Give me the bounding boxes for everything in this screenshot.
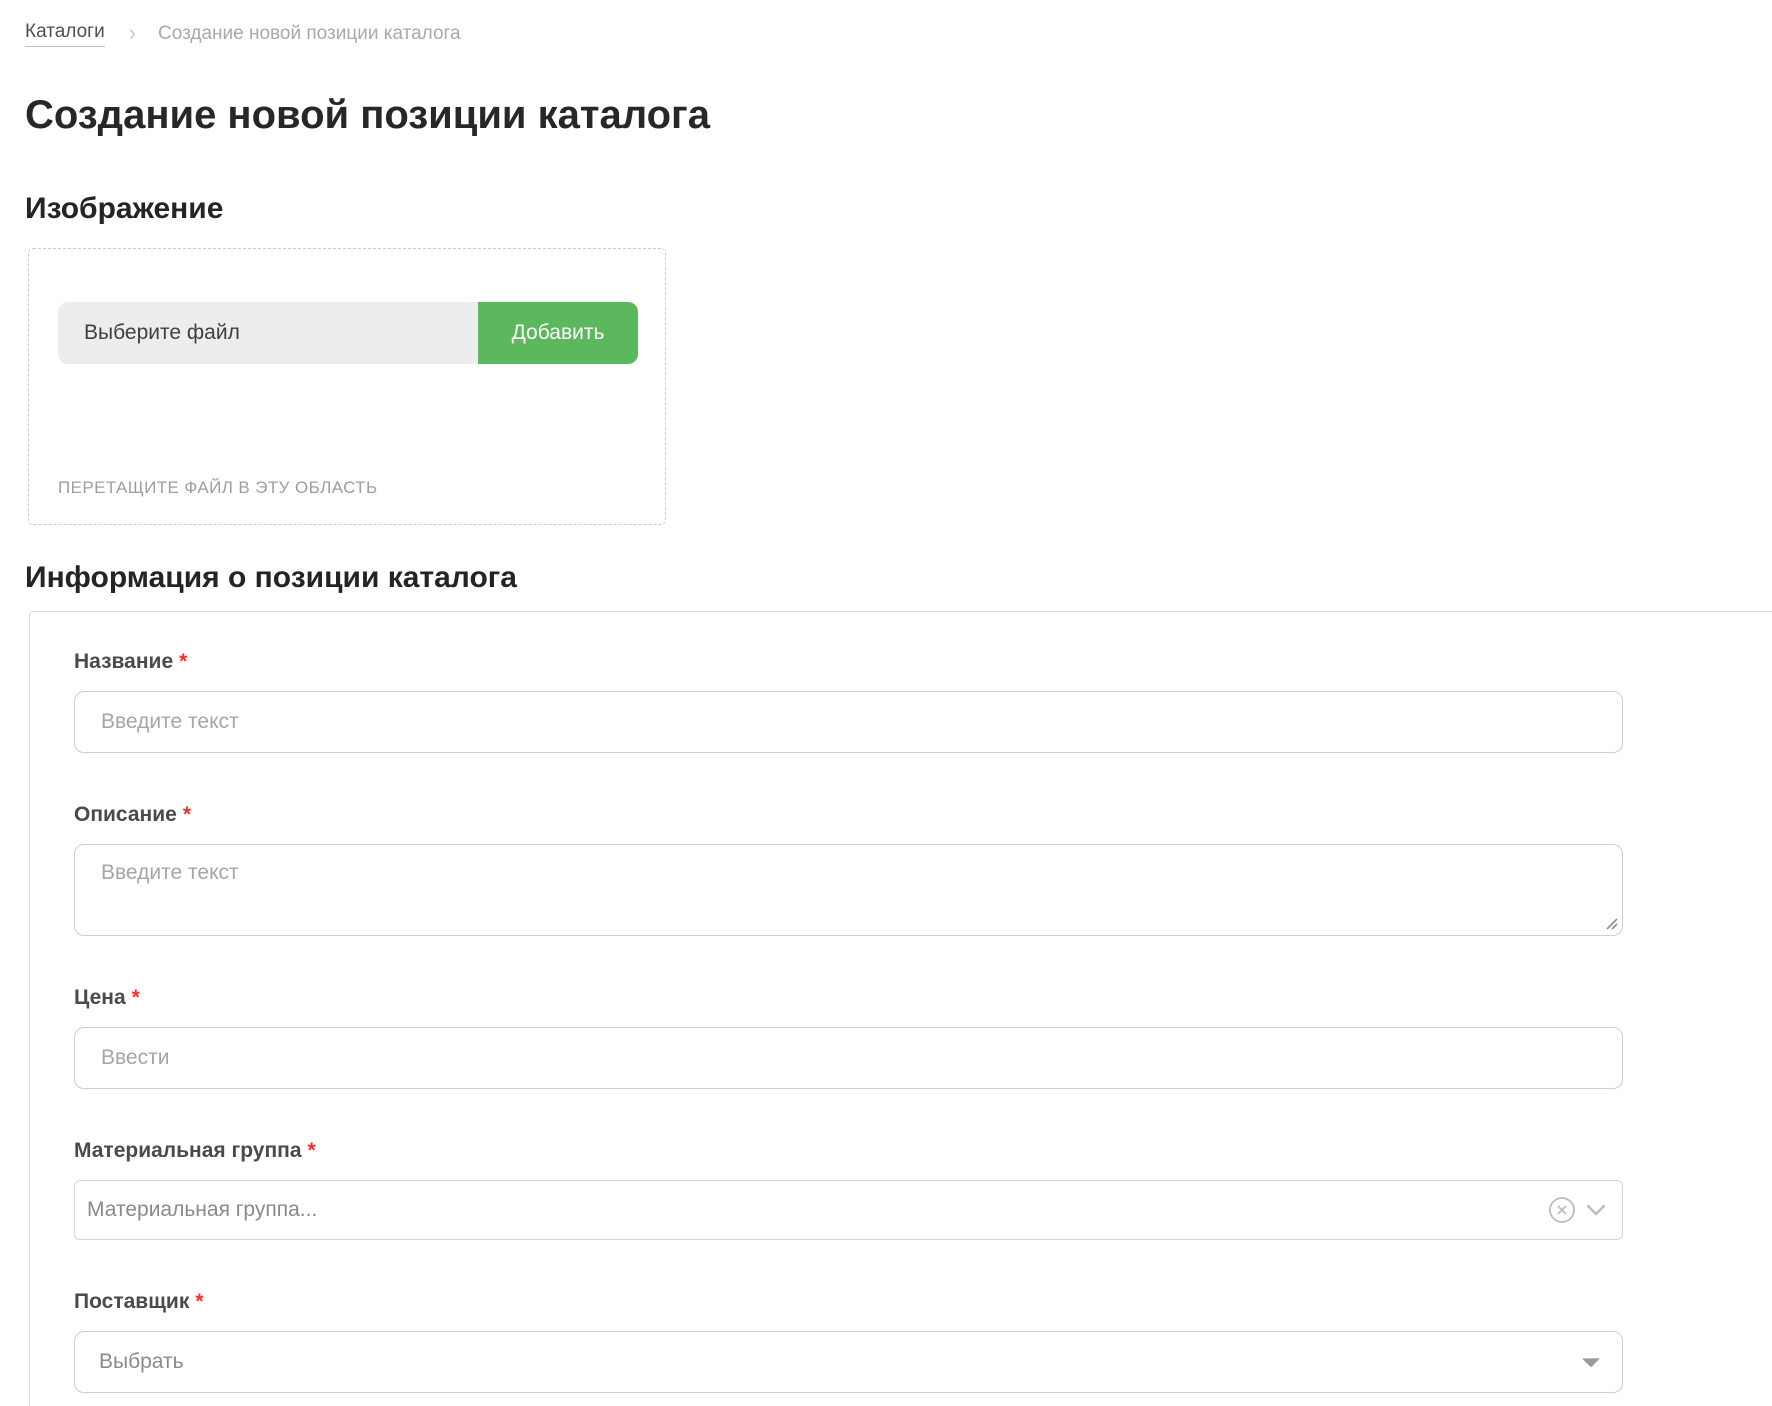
- required-asterisk: *: [195, 1290, 203, 1313]
- field-supplier-label-text: Поставщик: [74, 1290, 189, 1313]
- field-price-label-text: Цена: [74, 986, 126, 1009]
- page-title: Создание новой позиции каталога: [25, 91, 1747, 139]
- caret-down-icon: [1582, 1358, 1600, 1367]
- description-textarea[interactable]: [74, 844, 1623, 936]
- file-select-label: Выберите файл: [84, 321, 240, 345]
- chevron-down-icon[interactable]: [1584, 1198, 1608, 1222]
- file-select-input[interactable]: Выберите файл: [58, 302, 478, 364]
- image-dropzone[interactable]: Выберите файл Добавить ПЕРЕТАЩИТЕ ФАЙЛ В…: [28, 248, 666, 525]
- field-name-label: Название *: [74, 650, 1623, 674]
- field-material-group-label-text: Материальная группа: [74, 1139, 302, 1162]
- dropzone-hint: ПЕРЕТАЩИТЕ ФАЙЛ В ЭТУ ОБЛАСТЬ: [58, 478, 378, 498]
- material-group-select[interactable]: Материальная группа...: [74, 1180, 1623, 1240]
- add-file-button[interactable]: Добавить: [478, 302, 638, 364]
- file-input-row: Выберите файл Добавить: [58, 302, 638, 364]
- supplier-select[interactable]: Выбрать: [74, 1331, 1623, 1393]
- required-asterisk: *: [132, 986, 140, 1009]
- required-asterisk: *: [308, 1139, 316, 1162]
- catalog-item-form-card: Название * Описание * Цена * Материальная г…: [29, 611, 1772, 1406]
- field-name: Название *: [74, 650, 1623, 753]
- description-textarea-wrap: [74, 844, 1623, 936]
- field-supplier-label: Поставщик *: [74, 1290, 1623, 1314]
- image-section-heading: Изображение: [25, 190, 1747, 227]
- info-section-heading: Информация о позиции каталога: [25, 559, 1747, 596]
- breadcrumb-link-catalogs[interactable]: Каталоги: [25, 21, 105, 47]
- material-group-placeholder: Материальная группа...: [87, 1198, 317, 1222]
- field-description-label: Описание *: [74, 803, 1623, 827]
- field-description-label-text: Описание: [74, 803, 177, 826]
- required-asterisk: *: [183, 803, 191, 826]
- resize-handle-icon[interactable]: [1604, 916, 1618, 930]
- name-input[interactable]: [74, 691, 1623, 753]
- clear-selection-icon[interactable]: [1548, 1196, 1576, 1224]
- field-price-label: Цена *: [74, 986, 1623, 1010]
- field-price: Цена *: [74, 986, 1623, 1089]
- price-input[interactable]: [74, 1027, 1623, 1089]
- field-supplier: Поставщик * Выбрать: [74, 1290, 1623, 1393]
- required-asterisk: *: [179, 650, 187, 673]
- field-description: Описание *: [74, 803, 1623, 936]
- field-material-group: Материальная группа * Материальная группа…: [74, 1139, 1623, 1240]
- breadcrumb-current: Создание новой позиции каталога: [158, 23, 461, 45]
- field-name-label-text: Название: [74, 650, 173, 673]
- field-material-group-label: Материальная группа *: [74, 1139, 1623, 1163]
- supplier-placeholder: Выбрать: [99, 1350, 184, 1374]
- breadcrumb-separator-icon: ›: [129, 22, 136, 47]
- material-group-icons: [1548, 1181, 1608, 1239]
- breadcrumb: Каталоги › Создание новой позиции катало…: [25, 0, 1772, 47]
